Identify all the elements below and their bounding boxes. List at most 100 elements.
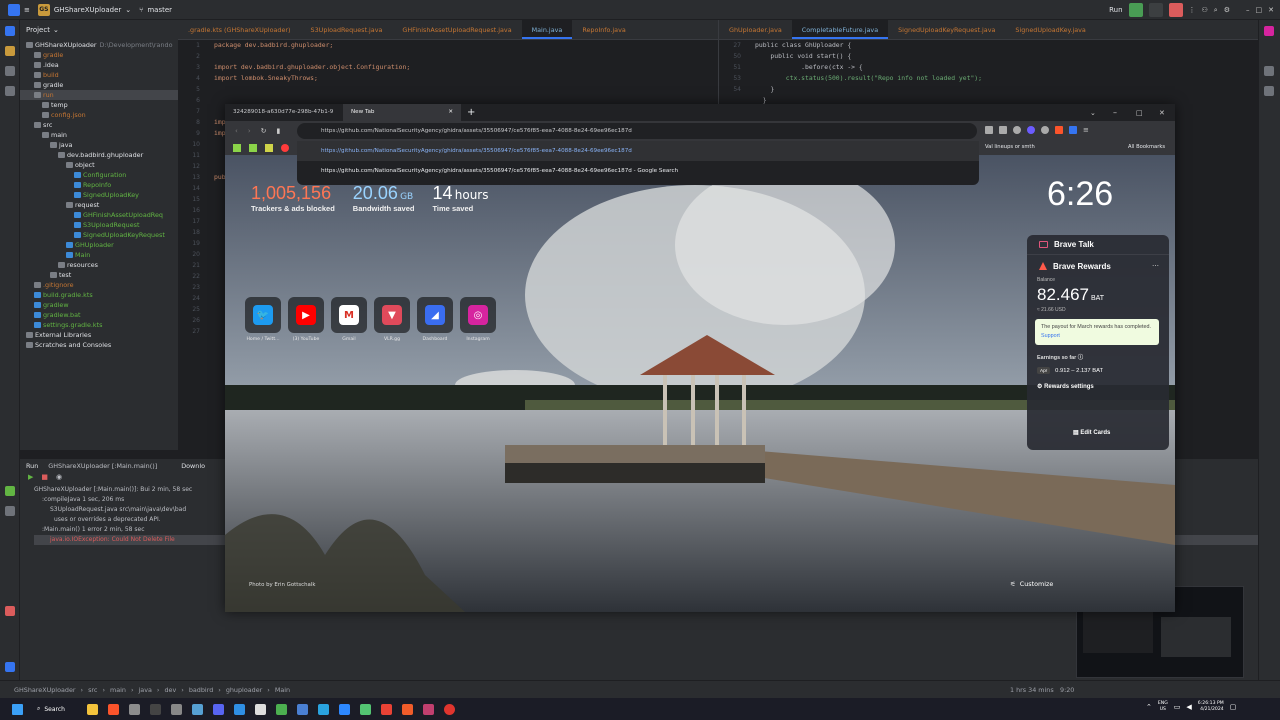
tree-item[interactable]: External Libraries	[20, 330, 178, 340]
browser-tab-active[interactable]: New Tab ✕	[343, 104, 461, 121]
forward-icon[interactable]: ›	[248, 127, 251, 135]
tree-item[interactable]: main	[20, 130, 178, 140]
breadcrumb-item[interactable]: Main	[275, 686, 290, 694]
photos-icon[interactable]	[192, 703, 203, 715]
more-icon[interactable]: ⋮	[1189, 6, 1196, 14]
breadcrumb-item[interactable]: GHShareXUploader	[14, 686, 76, 694]
reload-icon[interactable]: ↻	[261, 127, 267, 135]
tray-chevron-icon[interactable]: ⌃	[1146, 703, 1152, 711]
run-button[interactable]	[1128, 3, 1143, 17]
bookmark-icon[interactable]	[249, 144, 257, 152]
chrome-icon[interactable]	[381, 703, 392, 715]
browser-close-button[interactable]: ✕	[1159, 109, 1165, 117]
breadcrumb-item[interactable]: badbird	[189, 686, 213, 694]
top-site-tile[interactable]: ▶	[288, 297, 324, 333]
breadcrumb-item[interactable]: ghuploader	[226, 686, 262, 694]
tree-item[interactable]: gradle	[20, 50, 178, 60]
tree-item[interactable]: settings.gradle.kts	[20, 320, 178, 330]
tree-item[interactable]: Configuration	[20, 170, 178, 180]
tree-item[interactable]: src	[20, 120, 178, 130]
windows-start-icon[interactable]	[12, 703, 23, 715]
tree-item[interactable]: temp	[20, 100, 178, 110]
rerun-icon[interactable]: ▶	[28, 473, 33, 485]
notes-icon[interactable]	[297, 703, 308, 715]
breadcrumb-item[interactable]: src	[88, 686, 97, 694]
bookmark-icon[interactable]	[265, 144, 273, 152]
stop-button[interactable]	[1168, 3, 1183, 17]
record-icon[interactable]	[444, 703, 455, 715]
tree-item[interactable]: .idea	[20, 60, 178, 70]
telegram-icon[interactable]	[318, 703, 329, 715]
tree-item[interactable]: build.gradle.kts	[20, 290, 178, 300]
structure-tool-icon[interactable]	[5, 66, 15, 76]
menu-icon[interactable]: ≡	[1083, 126, 1089, 134]
payout-support-link[interactable]: Support	[1041, 333, 1060, 339]
commit-tool-icon[interactable]	[5, 46, 15, 56]
people-icon[interactable]: ⚇	[1202, 6, 1208, 14]
language-indicator[interactable]: ENG US	[1158, 701, 1168, 713]
rewards-settings-link[interactable]: ⚙ Rewards settings	[1027, 383, 1169, 390]
run-tab[interactable]: Run	[26, 462, 38, 470]
download-tab[interactable]: Downlo	[181, 462, 205, 470]
tree-item[interactable]: dev.badbird.ghuploader	[20, 150, 178, 160]
cursor-position[interactable]: 9:20	[1060, 686, 1074, 694]
top-site-tile[interactable]: ◢	[417, 297, 453, 333]
taskbar-app-icon[interactable]	[255, 703, 266, 715]
browser-minimize-button[interactable]: –	[1113, 108, 1117, 117]
tab-search-icon[interactable]: ⌄	[1090, 109, 1096, 117]
notepad-icon[interactable]	[276, 703, 287, 715]
browser-maximize-button[interactable]: □	[1136, 109, 1143, 117]
extension-icon[interactable]	[1041, 126, 1049, 134]
tree-item[interactable]: SignedUploadKeyRequest	[20, 230, 178, 240]
brave-icon[interactable]	[108, 703, 119, 715]
bookmark-folder[interactable]: Val lineups or smth	[985, 144, 1035, 150]
sidebar-icon[interactable]	[985, 126, 993, 134]
editor-tab[interactable]: Main.java	[521, 20, 573, 39]
clock-tray[interactable]: 6:26:13 PM 4/21/2024	[1198, 701, 1224, 713]
tree-item[interactable]: config.json	[20, 110, 178, 120]
run-config-tab[interactable]: GHShareXUploader [:Main.main()]	[48, 462, 157, 470]
tree-item[interactable]: GHFinishAssetUploadReq	[20, 210, 178, 220]
notifications-icon[interactable]	[1264, 26, 1274, 36]
minimize-button[interactable]: –	[1246, 6, 1250, 14]
browser-tab-inactive[interactable]: 324289018-a630d77e-298b-47b1-9	[225, 104, 343, 121]
tree-item[interactable]: request	[20, 200, 178, 210]
hamburger-icon[interactable]: ≡	[24, 6, 30, 14]
close-tab-icon[interactable]: ✕	[448, 104, 453, 121]
extension-icon[interactable]	[1013, 126, 1021, 134]
info-icon[interactable]: ⓘ	[1078, 355, 1083, 361]
tree-item[interactable]: java	[20, 140, 178, 150]
editor-tab[interactable]: SignedUploadKeyRequest.java	[888, 20, 1005, 39]
suggestion-search[interactable]: https://github.com/NationalSecurityAgenc…	[297, 161, 979, 181]
tree-item[interactable]: run	[20, 90, 178, 100]
tree-item[interactable]: resources	[20, 260, 178, 270]
close-button[interactable]: ✕	[1268, 6, 1274, 14]
intellij-icon[interactable]	[423, 703, 434, 715]
volume-icon[interactable]: ◀	[1186, 703, 1191, 711]
gradle-icon[interactable]	[1264, 66, 1274, 76]
top-site-tile[interactable]: M	[331, 297, 367, 333]
tree-item[interactable]: Scratches and Consoles	[20, 340, 178, 350]
tree-item[interactable]: gradlew	[20, 300, 178, 310]
more-options-icon[interactable]: ⋯	[1152, 262, 1159, 270]
extension-icon[interactable]	[1069, 126, 1077, 134]
brave-talk-row[interactable]: Brave Talk	[1027, 235, 1169, 255]
editor-tab[interactable]: CompletableFuture.java	[791, 20, 889, 39]
breadcrumb-item[interactable]: main	[110, 686, 126, 694]
editor-tab[interactable]: GhUploader.java	[719, 20, 792, 39]
tree-item[interactable]: SignedUploadKey	[20, 190, 178, 200]
settings-icon[interactable]: ⚙	[1224, 6, 1230, 14]
breadcrumb-item[interactable]: dev	[164, 686, 176, 694]
bookmark-icon[interactable]	[233, 144, 241, 152]
customize-button[interactable]: ⚟ Customize	[1010, 580, 1053, 588]
database-icon[interactable]	[1264, 86, 1274, 96]
messenger-icon[interactable]	[339, 703, 350, 715]
new-tab-button[interactable]: +	[467, 107, 475, 118]
debug-button[interactable]	[1148, 3, 1163, 17]
maximize-button[interactable]: □	[1256, 6, 1263, 14]
vscode-icon[interactable]	[234, 703, 245, 715]
taskbar-search[interactable]: ⌕ Search	[37, 705, 77, 713]
search-icon[interactable]: ⌕	[1214, 6, 1218, 15]
discord-icon[interactable]	[213, 703, 224, 715]
tree-item[interactable]: Main	[20, 250, 178, 260]
